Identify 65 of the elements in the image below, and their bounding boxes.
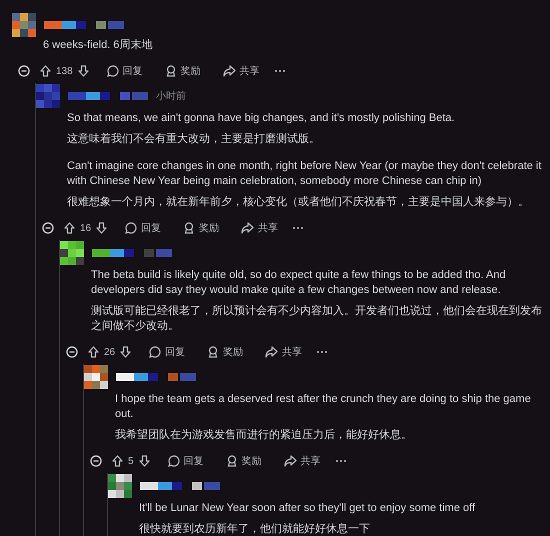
more-icon[interactable] [292,226,304,230]
username-mosaic[interactable] [92,249,172,257]
downvote-icon[interactable] [138,455,150,467]
award-button[interactable]: 奖励 [179,219,224,237]
share-icon [241,222,254,234]
downvote-icon[interactable] [78,65,89,77]
collapse-icon[interactable] [66,346,78,358]
more-icon[interactable] [334,459,347,463]
reply-button[interactable]: 回复 [145,343,190,361]
comment-text: 很难想象一个月内，就在新年前夕，核心变化（或者他们不庆祝春节，主要是中国人来参与）。 [67,195,530,210]
speech-bubble-icon [106,65,119,77]
award-icon [183,222,196,234]
downvote-icon[interactable] [120,346,132,358]
more-icon[interactable] [274,69,286,73]
award-icon [207,346,220,358]
award-button[interactable]: 奖励 [203,343,248,361]
downvote-icon[interactable] [96,222,108,234]
username-mosaic[interactable] [44,21,124,29]
avatar-icon[interactable] [60,241,84,265]
share-icon [284,455,297,467]
comment-text: 测试版可能已经很老了，所以预计会有不少内容加入。开发者们也说过，他们会在现在到发布之间做不少改动。 [91,304,543,334]
vote-count: 26 [104,346,116,358]
share-button[interactable]: 共享 [218,62,264,80]
comment-text: Can't imagine core changes in one month, right before New Year (or maybe they don't celebrate it with Chinese New Year being main celebration, somebody more Chinese can chip in) [67,159,542,189]
share-button[interactable]: 共享 [261,343,306,361]
reply-button[interactable]: 回复 [164,452,208,470]
comment-text: I hope the team gets a deserved rest after the crunch they are doing to ship the game out. [115,392,532,422]
comment-text: The beta build is likely quite old, so do expect quite a few things to be added tho. And developers did say they would make quite a few changes between now and release. [91,268,507,298]
upvote-icon[interactable] [112,455,123,467]
reply-button[interactable]: 回复 [121,219,166,237]
share-icon [265,346,278,358]
comment-text: It'll be Lunar New Year soon after so they'll get to enjoy some time off [139,501,476,516]
collapse-icon[interactable] [90,455,102,467]
share-button[interactable]: 共享 [237,219,282,237]
username-mosaic[interactable] [68,92,148,100]
award-icon [226,455,238,467]
vote-count: 138 [56,66,73,76]
award-button[interactable]: 奖励 [222,452,266,470]
username-mosaic[interactable] [140,482,220,490]
avatar-icon[interactable] [108,474,132,498]
comment-text: 很快就要到农历新年了，他们就能好好休息一下 [139,522,371,536]
upvote-icon[interactable] [40,65,51,77]
speech-bubble-icon [168,455,180,467]
collapse-icon[interactable] [18,65,30,77]
comment-text: 这意味着我们不会有重大改动，主要是打磨测试版。 [67,132,321,147]
avatar-icon[interactable] [12,13,36,37]
comment-text: 6 weeks-field. 6周末地 [43,38,154,53]
speech-bubble-icon [125,222,138,234]
reply-button[interactable]: 回复 [102,62,147,80]
upvote-icon[interactable] [64,222,75,234]
more-icon[interactable] [316,350,328,354]
avatar-icon[interactable] [84,365,108,389]
share-button[interactable]: 共享 [280,452,325,470]
share-icon [222,65,236,77]
vote-count: 5 [128,456,134,466]
username-mosaic[interactable] [116,373,196,381]
comment-text: 我希望团队在为游戏发售而进行的紧迫压力后，能好好休息。 [115,428,413,443]
award-icon [164,65,177,77]
award-button[interactable]: 奖励 [160,62,205,80]
speech-bubble-icon [149,346,162,358]
vote-count: 16 [80,222,92,234]
comment-time: 小时前 [156,90,186,103]
comment-text: So that means, we ain't gonna have big changes, and it's mostly polishing Beta. [67,111,456,126]
upvote-icon[interactable] [88,346,99,358]
collapse-icon[interactable] [42,222,54,234]
